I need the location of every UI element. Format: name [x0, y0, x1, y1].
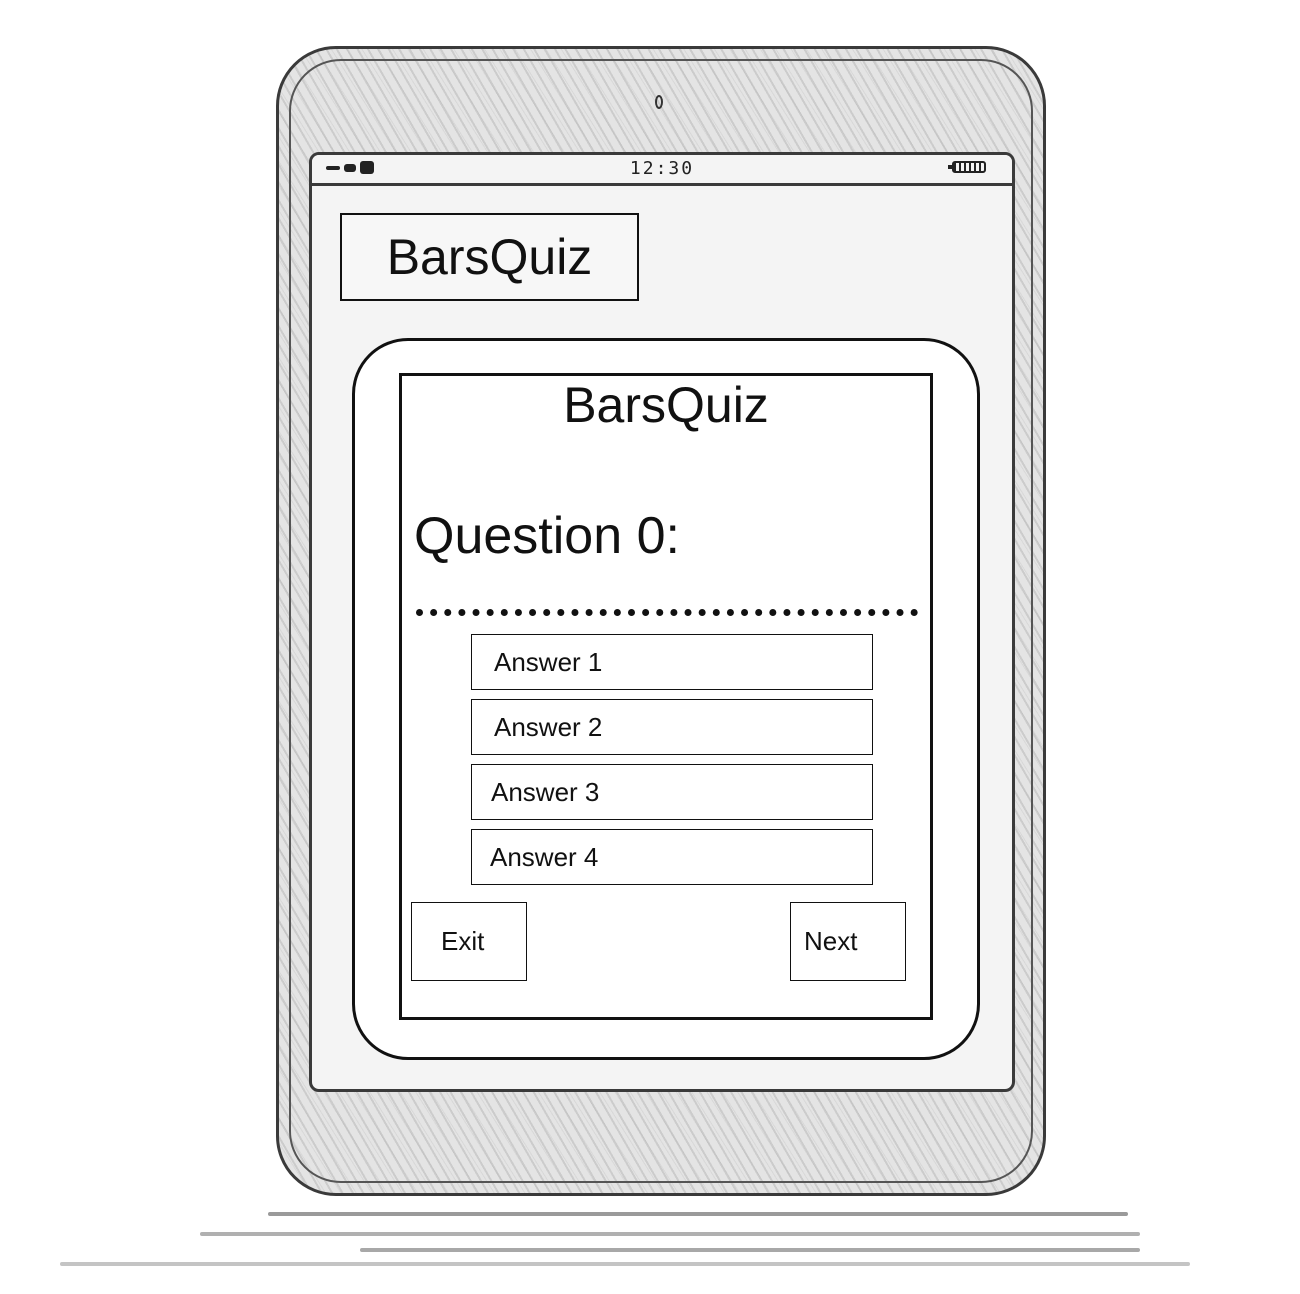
answer-option-1[interactable]: Answer 1	[471, 634, 873, 690]
shadow-scribble	[360, 1248, 1140, 1252]
front-camera-icon	[655, 95, 663, 109]
status-bar: 12:30	[312, 155, 1012, 186]
shadow-scribble	[268, 1212, 1128, 1216]
question-text: Question 0:	[414, 507, 680, 565]
app-header: BarsQuiz	[340, 213, 639, 301]
exit-button[interactable]: Exit	[411, 902, 527, 981]
shadow-scribble	[200, 1232, 1140, 1236]
dotted-divider	[416, 609, 918, 616]
shadow-scribble	[60, 1262, 1190, 1266]
status-time: 12:30	[629, 158, 695, 179]
battery-icon	[948, 161, 986, 173]
device-mockup: 12:30 BarsQuiz BarsQuiz Question 0: Answ…	[0, 0, 1300, 1294]
answer-option-3[interactable]: Answer 3	[471, 764, 873, 820]
app-title: BarsQuiz	[386, 229, 593, 285]
answer-option-4[interactable]: Answer 4	[471, 829, 873, 885]
answer-option-2[interactable]: Answer 2	[471, 699, 873, 755]
quiz-title: BarsQuiz	[563, 377, 769, 433]
next-button[interactable]: Next	[790, 902, 906, 981]
